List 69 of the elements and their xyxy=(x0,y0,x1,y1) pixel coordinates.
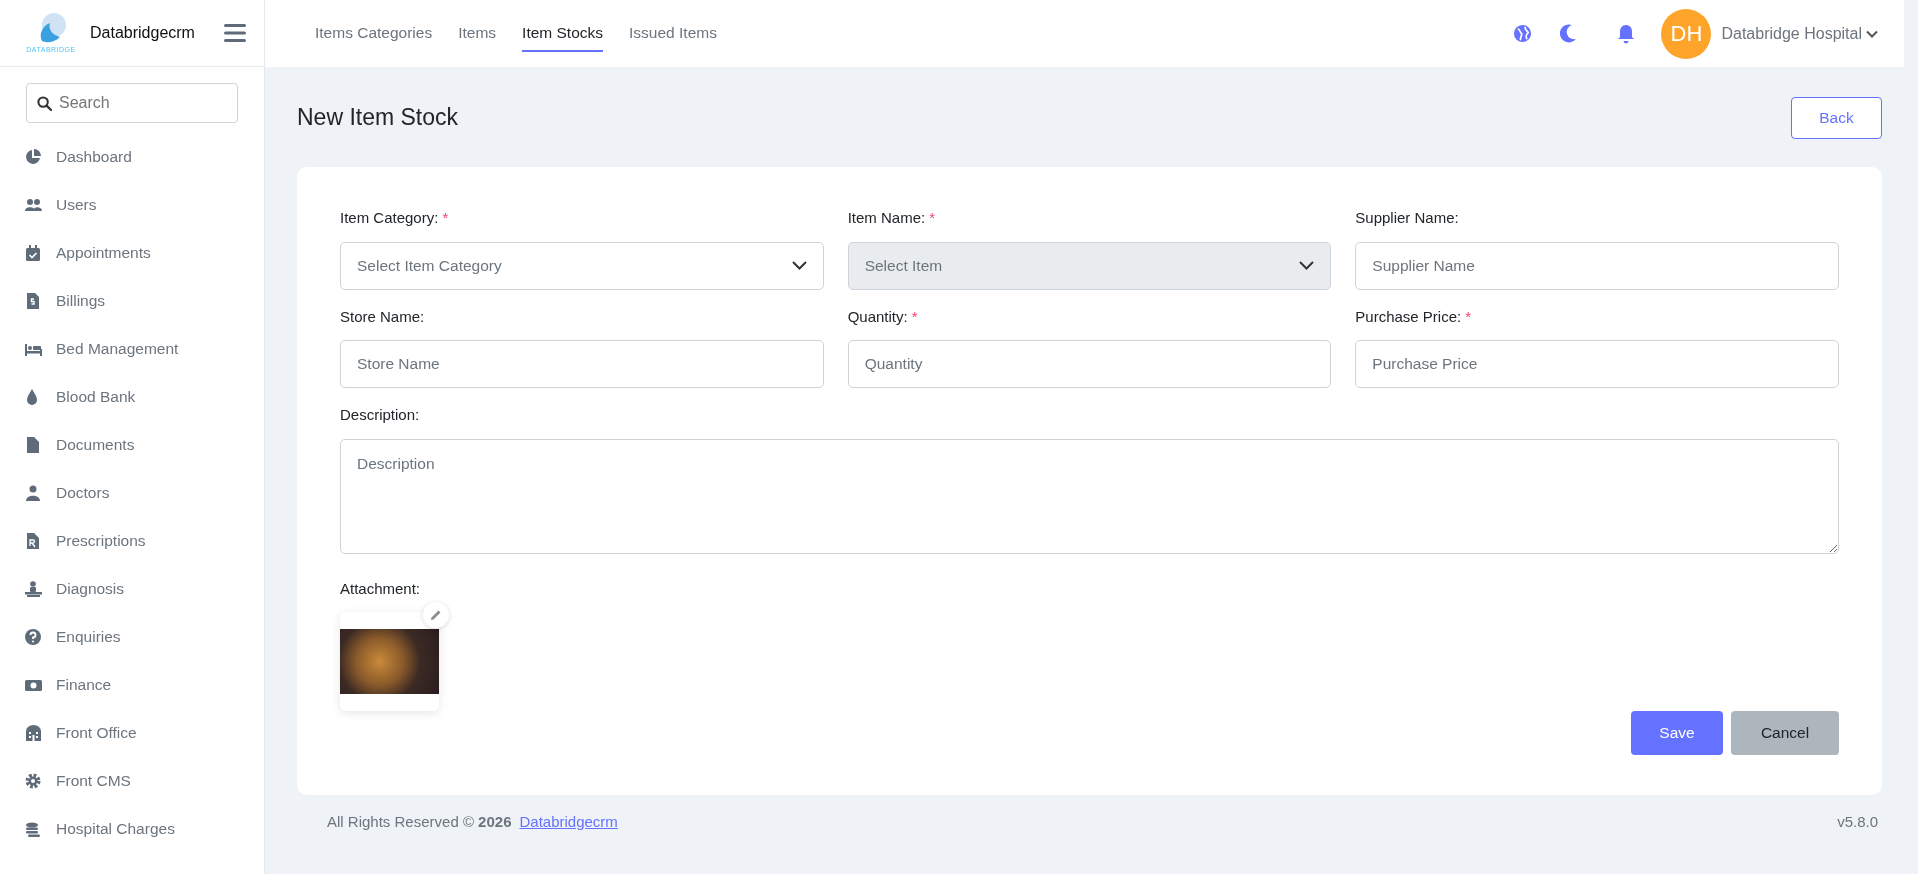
calendar-icon xyxy=(25,245,42,261)
pie-chart-icon xyxy=(25,149,42,165)
sidebar-item[interactable]: Documents xyxy=(0,421,264,469)
nav-tab[interactable]: Item Stocks xyxy=(522,14,604,53)
field-label: Attachment: xyxy=(340,578,422,599)
coins-icon xyxy=(25,821,42,837)
sidebar-item[interactable]: Dashboard xyxy=(0,133,264,181)
sidebar-item[interactable]: Diagnosis xyxy=(0,565,264,613)
field-label: Store Name: xyxy=(340,306,425,327)
required-mark: * xyxy=(929,208,936,228)
field-label: Supplier Name: xyxy=(1355,208,1459,228)
edit-button[interactable] xyxy=(423,602,449,628)
cancel-button[interactable]: Cancel xyxy=(1731,711,1839,755)
sidebar-item[interactable]: Users xyxy=(0,181,264,229)
chevron-down-icon xyxy=(791,261,807,270)
sidebar-item[interactable]: Prescriptions xyxy=(0,517,264,565)
select-field[interactable]: Select Item Category xyxy=(340,241,824,290)
sidebar-item[interactable]: Billings xyxy=(0,277,264,325)
bell-icon[interactable] xyxy=(1617,23,1636,44)
page-title: New Item Stock xyxy=(297,104,459,132)
field-label: Item Category: xyxy=(340,208,439,228)
sidebar-item[interactable]: Enquiries xyxy=(0,613,264,661)
building-icon xyxy=(25,725,42,741)
gear-icon xyxy=(25,773,42,789)
nav-tab[interactable]: Issued Items xyxy=(629,14,717,53)
required-mark: * xyxy=(1465,306,1472,327)
field-label: Item Name: xyxy=(847,208,926,228)
field-label: Description: xyxy=(340,405,420,425)
sidebar-item[interactable]: Finance xyxy=(0,661,264,709)
footer-link[interactable]: Databridgecrm xyxy=(519,811,618,834)
sidebar-item[interactable]: Hospital Charges xyxy=(0,805,264,853)
users-icon xyxy=(25,197,42,213)
sidebar-item[interactable]: Front Office xyxy=(0,709,264,757)
document-icon xyxy=(25,437,42,453)
money-icon xyxy=(25,677,42,693)
back-button[interactable]: Back xyxy=(1791,97,1882,139)
version-text: v5.8.0 xyxy=(1837,812,1878,832)
brand-name: Databridgecrm xyxy=(90,23,195,43)
input-field[interactable]: Quantity xyxy=(847,340,1332,388)
sidebar-item[interactable]: Doctors xyxy=(0,469,264,517)
search-field[interactable]: Search xyxy=(26,83,238,123)
invoice-icon xyxy=(25,293,42,309)
save-button[interactable]: Save xyxy=(1631,711,1723,755)
sidebar-item[interactable]: Appointments xyxy=(0,229,264,277)
field-label: Quantity: xyxy=(847,306,908,327)
nav-tab[interactable]: Items Categories xyxy=(315,14,433,53)
bed-icon xyxy=(25,341,42,357)
input-field[interactable]: Store Name xyxy=(340,340,824,388)
sidebar-item[interactable]: Front CMS xyxy=(0,757,264,805)
user-menu[interactable]: Databridge Hospital xyxy=(1721,21,1878,46)
sidebar-item[interactable]: Blood Bank xyxy=(0,373,264,421)
input-field[interactable]: Supplier Name xyxy=(1355,241,1839,290)
doctor-icon xyxy=(25,485,42,501)
description-field[interactable]: Description xyxy=(340,438,1839,554)
required-mark: * xyxy=(442,208,449,228)
pencil-icon xyxy=(430,609,442,621)
chevron-down-icon xyxy=(1299,261,1315,270)
field-label: Purchase Price: xyxy=(1355,306,1462,327)
required-mark: * xyxy=(911,306,918,327)
menu-icon[interactable] xyxy=(224,24,246,42)
sidebar-item[interactable]: Bed Management xyxy=(0,325,264,373)
prescription-icon xyxy=(25,533,42,549)
nav-tab[interactable]: Items xyxy=(458,14,497,53)
input-field[interactable]: Purchase Price xyxy=(1355,340,1839,388)
question-icon xyxy=(25,629,42,645)
copyright-text: All Rights Reserved © 2026 xyxy=(327,812,512,832)
patient-icon xyxy=(25,581,42,597)
moon-icon[interactable] xyxy=(1560,24,1578,43)
chevron-down-icon xyxy=(1866,29,1878,38)
